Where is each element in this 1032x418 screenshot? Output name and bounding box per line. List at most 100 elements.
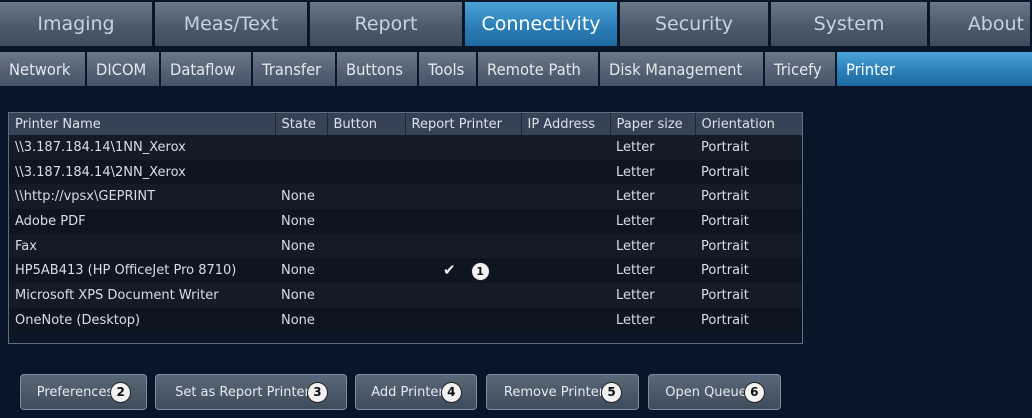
col-printer-name[interactable]: Printer Name bbox=[9, 113, 276, 135]
cell-paper: Letter bbox=[610, 209, 695, 234]
callout-badge: 3 bbox=[307, 382, 327, 402]
table-row[interactable]: \\3.187.184.14\1NN_Xerox Letter Portrait bbox=[9, 135, 802, 160]
callout-badge: 6 bbox=[744, 382, 764, 402]
tab-system[interactable]: System bbox=[771, 2, 927, 46]
cell-ip bbox=[521, 307, 610, 333]
open-queue-button[interactable]: Open Queue 6 bbox=[648, 374, 781, 410]
cell-report bbox=[405, 184, 521, 210]
cell-paper: Letter bbox=[610, 283, 695, 308]
cell-ip bbox=[521, 233, 610, 259]
table-row[interactable]: Fax None Letter Portrait bbox=[9, 233, 802, 259]
subtab-transfer[interactable]: Transfer bbox=[252, 52, 335, 86]
cell-button bbox=[327, 283, 405, 308]
col-button[interactable]: Button bbox=[327, 113, 406, 135]
cell-name: Fax bbox=[9, 233, 275, 259]
cell-name: Adobe PDF bbox=[9, 209, 275, 234]
subtab-label: DICOM bbox=[95, 59, 147, 79]
col-state[interactable]: State bbox=[275, 113, 328, 135]
tab-report[interactable]: Report bbox=[310, 2, 462, 46]
cell-state bbox=[275, 159, 327, 185]
tab-security[interactable]: Security bbox=[620, 2, 768, 46]
button-row: Preferences 2 Set as Report Printer 3 Add … bbox=[0, 374, 1032, 414]
subtab-label: Tricefy bbox=[774, 59, 822, 79]
cell-paper: Letter bbox=[610, 159, 695, 185]
cell-report bbox=[405, 283, 521, 308]
subtab-tricefy[interactable]: Tricefy bbox=[765, 52, 836, 86]
cell-report bbox=[405, 233, 521, 259]
cell-button bbox=[327, 135, 405, 160]
cell-orientation: Portrait bbox=[695, 209, 802, 234]
cell-orientation: Portrait bbox=[695, 159, 802, 185]
cell-orientation: Portrait bbox=[695, 258, 802, 284]
tab-connectivity[interactable]: Connectivity bbox=[465, 2, 617, 46]
add-printer-button[interactable]: Add Printer 4 bbox=[355, 374, 477, 410]
cell-state: None bbox=[275, 209, 327, 234]
cell-paper: Letter bbox=[610, 184, 695, 210]
table-row[interactable]: \\3.187.184.14\2NN_Xerox Letter Portrait bbox=[9, 159, 802, 185]
cell-report bbox=[405, 135, 521, 160]
callout-badge: 4 bbox=[441, 382, 461, 402]
button-label: Preferences bbox=[36, 384, 114, 400]
subtab-disk-management[interactable]: Disk Management bbox=[600, 52, 764, 86]
subtab-label: Buttons bbox=[345, 59, 403, 79]
cell-name: \\http://vpsx\GEPRINT bbox=[9, 184, 275, 210]
set-as-report-printer-button[interactable]: Set as Report Printer 3 bbox=[155, 374, 347, 410]
col-paper-size[interactable]: Paper size bbox=[610, 113, 696, 135]
subtab-remote-path[interactable]: Remote Path bbox=[478, 52, 599, 86]
button-label: Add Printer bbox=[371, 384, 444, 400]
cell-state: None bbox=[275, 233, 327, 259]
cell-button bbox=[327, 258, 405, 284]
cell-paper: Letter bbox=[610, 307, 695, 333]
col-orientation[interactable]: Orientation bbox=[695, 113, 802, 135]
subtab-dicom[interactable]: DICOM bbox=[86, 52, 160, 86]
cell-name: \\3.187.184.14\1NN_Xerox bbox=[9, 135, 275, 160]
printer-table: Printer Name State Button Report Printer… bbox=[8, 112, 803, 344]
cell-button bbox=[327, 184, 405, 210]
cell-name: Microsoft XPS Document Writer bbox=[9, 283, 275, 308]
cell-ip bbox=[521, 209, 610, 234]
cell-orientation: Portrait bbox=[695, 307, 802, 333]
subtab-label: Disk Management bbox=[609, 59, 743, 79]
remove-printer-button[interactable]: Remove Printer 5 bbox=[486, 374, 639, 410]
cell-button bbox=[327, 307, 405, 333]
cell-ip bbox=[521, 258, 610, 284]
subtab-label: Remote Path bbox=[487, 59, 582, 79]
table-row[interactable]: Adobe PDF None Letter Portrait bbox=[9, 209, 802, 234]
subtab-buttons[interactable]: Buttons bbox=[336, 52, 417, 86]
col-ip-address[interactable]: IP Address bbox=[521, 113, 611, 135]
callout-badge: 2 bbox=[111, 382, 131, 402]
tab-about[interactable]: About bbox=[930, 2, 1030, 46]
subtab-dataflow[interactable]: Dataflow bbox=[161, 52, 251, 86]
preferences-button[interactable]: Preferences 2 bbox=[20, 374, 147, 410]
cell-paper: Letter bbox=[610, 258, 695, 284]
tab-meas-text[interactable]: Meas/Text bbox=[155, 2, 307, 46]
subtab-label: Transfer bbox=[261, 59, 321, 79]
cell-button bbox=[327, 233, 405, 259]
cell-ip bbox=[521, 184, 610, 210]
cell-state bbox=[275, 135, 327, 160]
table-row[interactable]: Microsoft XPS Document Writer None Letter P… bbox=[9, 283, 802, 308]
table-row[interactable]: \\http://vpsx\GEPRINT None Letter Portrait bbox=[9, 184, 802, 210]
cell-name: OneNote (Desktop) bbox=[9, 307, 275, 333]
cell-ip bbox=[521, 159, 610, 185]
main-tab-bar: Imaging Meas/Text Report Connectivity Se… bbox=[0, 0, 1032, 48]
table-row[interactable]: HP5AB413 (HP OfficeJet Pro 8710) None ✔ 1 Le… bbox=[9, 258, 802, 284]
table-header: Printer Name State Button Report Printer… bbox=[9, 113, 802, 135]
cell-orientation: Portrait bbox=[695, 283, 802, 308]
col-report-printer[interactable]: Report Printer bbox=[405, 113, 522, 135]
tab-imaging[interactable]: Imaging bbox=[0, 2, 152, 46]
subtab-label: Tools bbox=[427, 59, 465, 79]
cell-report: ✔ 1 bbox=[405, 258, 521, 284]
button-label: Set as Report Printer bbox=[175, 384, 310, 400]
subtab-tools[interactable]: Tools bbox=[418, 52, 477, 86]
sub-tab-bar: Network DICOM Dataflow Transfer Buttons … bbox=[0, 52, 1032, 88]
cell-state: None bbox=[275, 184, 327, 210]
cell-report bbox=[405, 209, 521, 234]
checkmark-icon: ✔ bbox=[443, 261, 456, 280]
table-row[interactable]: OneNote (Desktop) None Letter Portrait bbox=[9, 307, 802, 333]
cell-state: None bbox=[275, 258, 327, 284]
button-label: Remove Printer bbox=[503, 384, 605, 400]
cell-report bbox=[405, 159, 521, 185]
subtab-printer[interactable]: Printer bbox=[837, 52, 1032, 86]
subtab-network[interactable]: Network bbox=[0, 52, 85, 86]
